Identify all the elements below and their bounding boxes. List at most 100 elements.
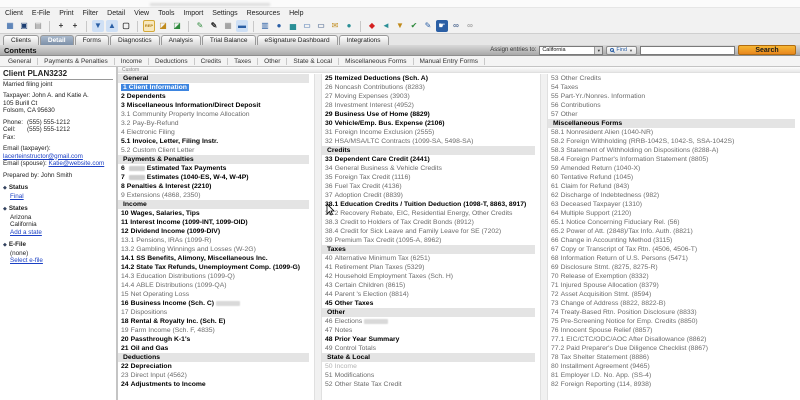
toolbar-icon[interactable]: ✎ <box>194 20 206 32</box>
toolbar-icon[interactable]: ● <box>343 20 355 32</box>
toolbar-icon[interactable]: ✉ <box>329 20 341 32</box>
contents-item[interactable]: 63Deceased Taxpayer (1310) <box>548 200 800 209</box>
toolbar-icon[interactable]: ▣ <box>18 20 30 32</box>
contents-item[interactable]: 14.3Education Distributions (1099-Q) <box>118 272 314 281</box>
contents-item[interactable]: 48Prior Year Summary <box>322 335 540 344</box>
contents-item[interactable]: 81Employer I.D. No. App. (SS-4) <box>548 371 800 380</box>
toolbar-icon[interactable]: ▥ <box>259 20 271 32</box>
toolbar-icon[interactable]: ∞ <box>450 20 462 32</box>
contents-item[interactable]: 78Tax Shelter Statement (8886) <box>548 353 800 362</box>
contents-item[interactable]: 73Change of Address (8822, 8822-B) <box>548 299 800 308</box>
contents-item[interactable]: 17Dispositions <box>118 308 314 317</box>
category-tab[interactable]: Taxes <box>228 58 258 65</box>
contents-item[interactable]: 77.1EIC/CTC/ODC/AOC After Disallowance (… <box>548 335 800 344</box>
toolbar-icon[interactable]: ▼ <box>92 20 104 32</box>
toolbar-icon[interactable]: ☛ <box>436 20 448 32</box>
toolbar-icon[interactable]: ◆ <box>366 20 378 32</box>
contents-item[interactable]: 18Rental & Royalty Inc. (Sch. E) <box>118 317 314 326</box>
toolbar-icon[interactable]: ▬ <box>236 20 248 32</box>
contents-item[interactable]: 31Foreign Income Exclusion (2555) <box>322 128 540 137</box>
contents-item[interactable]: 55Part-Yr./Nonres. Information <box>548 92 800 101</box>
toolbar-icon[interactable]: ▲ <box>106 20 118 32</box>
contents-item[interactable]: 5.2Custom Client Letter <box>118 146 314 155</box>
contents-item[interactable]: 77.2Paid Preparer's Due Diligence Checkl… <box>548 344 800 353</box>
contents-item[interactable]: 38.4Credit for Sick Leave and Family Lea… <box>322 227 540 236</box>
menu-item[interactable]: Resources <box>247 10 280 17</box>
contents-item[interactable]: 75Pre-Screening Notice for Emp. Credits … <box>548 317 800 326</box>
toolbar-icon[interactable]: ◪ <box>171 20 183 32</box>
toolbar-icon[interactable]: ▢ <box>120 20 132 32</box>
contents-item[interactable]: 5.1Invoice, Letter, Filing Instr. <box>118 137 314 146</box>
contents-item[interactable]: 59Amended Return (1040-X) <box>548 164 800 173</box>
toolbar-icon[interactable]: ● <box>273 20 285 32</box>
contents-item[interactable]: 36Fuel Tax Credit (4136) <box>322 182 540 191</box>
contents-item[interactable]: 6Estimated Tax Payments <box>118 164 314 173</box>
contents-item[interactable]: 42Household Employment Taxes (Sch. H) <box>322 272 540 281</box>
contents-item[interactable]: 58.3Statement of Withholding on Disposit… <box>548 146 800 155</box>
toolbar-icon[interactable]: ▼ <box>394 20 406 32</box>
contents-item[interactable]: 11Interest Income (1099-INT, 1099-OID) <box>118 218 314 227</box>
category-tab[interactable]: Miscellaneous Forms <box>339 58 413 65</box>
menu-item[interactable]: Filter <box>83 10 99 17</box>
contents-item[interactable]: 47Notes <box>322 326 540 335</box>
tab[interactable]: eSignature Dashboard <box>257 35 338 45</box>
status-final-link[interactable]: Final <box>10 193 24 200</box>
contents-item[interactable]: 24Adjustments to Income <box>118 380 314 389</box>
contents-item[interactable]: 32HSA/MSA/LTC Contracts (1099-SA, 5498-S… <box>322 137 540 146</box>
contents-item[interactable]: 80Installment Agreement (9465) <box>548 362 800 371</box>
contents-item[interactable]: 2Dependents <box>118 92 314 101</box>
contents-item[interactable]: 71Injured Spouse Allocation (8379) <box>548 281 800 290</box>
tab[interactable]: Trial Balance <box>202 35 256 45</box>
contents-item[interactable]: 9Extensions (4868, 2350) <box>118 191 314 200</box>
contents-item[interactable]: 3.1Community Property Income Allocation <box>118 110 314 119</box>
menu-item[interactable]: E-File <box>32 10 50 17</box>
contents-item[interactable]: 1Client Information <box>118 83 314 92</box>
tab[interactable]: Diagnostics <box>110 35 160 45</box>
contents-item[interactable]: 65.1Notice Concerning Fiduciary Rel. (56… <box>548 218 800 227</box>
contents-item[interactable]: 44Parent 's Election (8814) <box>322 290 540 299</box>
category-tab[interactable]: Deductions <box>149 58 195 65</box>
menu-item[interactable]: Help <box>289 10 303 17</box>
menu-item[interactable]: View <box>134 10 149 17</box>
contents-item[interactable]: 35Foreign Tax Credit (1116) <box>322 173 540 182</box>
contents-item[interactable]: 64Multiple Support (2120) <box>548 209 800 218</box>
contents-item[interactable]: 53Other Credits <box>548 74 800 83</box>
contents-item[interactable]: 13.2Gambling Winnings and Losses (W-2G) <box>118 245 314 254</box>
contents-item[interactable]: 69Disclosure Stmt. (8275, 8275-R) <box>548 263 800 272</box>
contents-item[interactable]: 14.1SS Benefits, Alimony, Miscellaneous … <box>118 254 314 263</box>
menu-item[interactable]: Settings <box>212 10 237 17</box>
find-button[interactable]: Find ▼ <box>606 46 637 55</box>
contents-item[interactable]: 21Oil and Gas <box>118 344 314 353</box>
toolbar-icon[interactable]: ▭ <box>315 20 327 32</box>
contents-item[interactable]: 38.3Credit to Holders of Tax Credit Bond… <box>322 218 540 227</box>
contents-item[interactable]: 4Electronic Filing <box>118 128 314 137</box>
contents-item[interactable]: 34General Business & Vehicle Credits <box>322 164 540 173</box>
contents-item[interactable]: 61Claim for Refund (843) <box>548 182 800 191</box>
contents-item[interactable]: 50Income <box>322 362 540 371</box>
toolbar-icon[interactable]: + <box>55 20 67 32</box>
assign-state-select[interactable]: California ▼ <box>539 46 603 55</box>
contents-item[interactable]: 3Miscellaneous Information/Direct Deposi… <box>118 101 314 110</box>
toolbar-icon[interactable]: ◪ <box>157 20 169 32</box>
toolbar-icon[interactable]: ✎ <box>422 20 434 32</box>
contents-item[interactable]: 3.2Pay-By-Refund <box>118 119 314 128</box>
contents-item[interactable]: 76Innocent Spouse Relief (8857) <box>548 326 800 335</box>
tab[interactable]: Integrations <box>339 35 389 45</box>
contents-item[interactable]: 49Control Totals <box>322 344 540 353</box>
menu-item[interactable]: Detail <box>107 10 125 17</box>
contents-item[interactable]: 22Depreciation <box>118 362 314 371</box>
contents-item[interactable]: 12Dividend Income (1099-DIV) <box>118 227 314 236</box>
search-input[interactable] <box>640 46 735 55</box>
add-state-link[interactable]: Add a state <box>10 229 42 236</box>
category-tab[interactable]: Manual Entry Forms <box>414 58 486 65</box>
contents-item[interactable]: 40Alternative Minimum Tax (6251) <box>322 254 540 263</box>
contents-item[interactable]: 26Noncash Contributions (8283) <box>322 83 540 92</box>
contents-item[interactable]: 56Contributions <box>548 101 800 110</box>
contents-item[interactable]: 46Elections <box>322 317 540 326</box>
menu-item[interactable]: Tools <box>158 10 174 17</box>
contents-item[interactable]: 10Wages, Salaries, Tips <box>118 209 314 218</box>
contents-item[interactable]: 20Passthrough K-1's <box>118 335 314 344</box>
state-item[interactable]: Arizona <box>10 214 113 222</box>
contents-item[interactable]: 45Other Taxes <box>322 299 540 308</box>
toolbar-icon[interactable]: REP <box>143 20 155 32</box>
